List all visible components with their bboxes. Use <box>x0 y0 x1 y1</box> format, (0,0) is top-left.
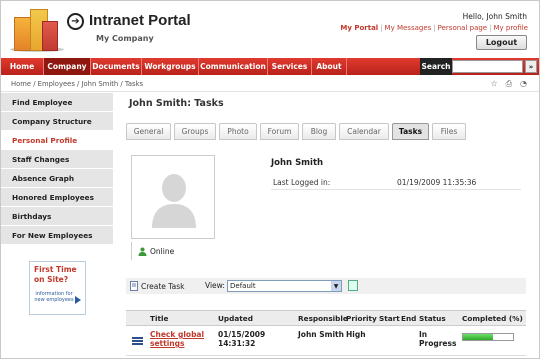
nav-company[interactable]: Company <box>44 58 91 75</box>
tasks-table-header: Title Updated Responsible Priority Start… <box>126 310 526 326</box>
header: ➔ Intranet Portal My Company Hello, John… <box>1 1 539 57</box>
online-user-icon <box>138 247 147 256</box>
online-status: Online <box>138 247 174 256</box>
row-menu-icon[interactable] <box>132 337 143 346</box>
top-links: My Portal | My Messages | Personal page | My p… <box>340 24 528 32</box>
task-updated: 01/15/2009 14:31:32 <box>218 330 266 348</box>
menu-find-employee[interactable]: Find Employee <box>1 93 113 112</box>
nav-about[interactable]: About <box>312 58 347 75</box>
menu-personal-profile[interactable]: Personal Profile <box>1 131 113 150</box>
menu-absence-graph[interactable]: Absence Graph <box>1 169 113 188</box>
col-end[interactable]: End <box>401 314 416 323</box>
user-photo <box>131 155 215 239</box>
tab-blog[interactable]: Blog <box>302 123 336 140</box>
tab-forum[interactable]: Forum <box>260 123 299 140</box>
col-status[interactable]: Status <box>419 314 446 323</box>
col-responsible[interactable]: Responsible <box>298 314 348 323</box>
page-tools: ☆ ⎙ ◔ <box>490 79 527 89</box>
divider <box>131 242 132 260</box>
portal-arrow-icon: ➔ <box>67 13 84 30</box>
nav-services[interactable]: Services <box>268 58 312 75</box>
last-logged-label: Last Logged in: <box>273 178 331 187</box>
task-title-link[interactable]: Check global settings <box>150 330 204 348</box>
menu-company-structure[interactable]: Company Structure <box>1 112 113 131</box>
personal-page-link[interactable]: Personal page <box>438 24 487 32</box>
task-responsible: John Smith <box>298 330 344 339</box>
tab-groups[interactable]: Groups <box>174 123 216 140</box>
page-title: John Smith: Tasks <box>129 98 224 109</box>
promo-title: First Time on Site? <box>34 265 77 284</box>
nav-documents[interactable]: Documents <box>91 58 142 75</box>
task-status: In Progress <box>419 330 457 348</box>
task-progress-fill <box>463 334 493 340</box>
arrow-right-icon <box>75 296 81 304</box>
company-name: My Company <box>96 34 154 43</box>
rss-icon[interactable]: ◔ <box>520 79 527 89</box>
user-greeting: Hello, John Smith <box>462 12 527 21</box>
col-priority[interactable]: Priority <box>346 314 377 323</box>
nav-home[interactable]: Home <box>1 58 44 75</box>
tab-calendar[interactable]: Calendar <box>339 123 389 140</box>
table-row: Check global settings 01/15/2009 14:31:3… <box>126 326 526 356</box>
col-updated[interactable]: Updated <box>218 314 253 323</box>
search-label: Search <box>420 58 452 75</box>
view-select[interactable]: Default ▼ <box>227 280 342 292</box>
menu-honored-employees[interactable]: Honored Employees <box>1 188 113 207</box>
chevron-down-icon: ▼ <box>331 281 341 291</box>
search-go-button[interactable]: » <box>525 60 537 73</box>
menu-for-new-employees[interactable]: For New Employees <box>1 226 113 245</box>
tab-tasks[interactable]: Tasks <box>392 123 429 140</box>
profile-name: John Smith <box>271 158 324 168</box>
breadcrumb[interactable]: Home / Employees / John Smith / Tasks <box>11 80 143 88</box>
last-logged-value: 01/19/2009 11:35:36 <box>397 178 477 187</box>
main-nav: Home Company Documents Workgroups Commun… <box>1 58 539 75</box>
nav-workgroups[interactable]: Workgroups <box>142 58 199 75</box>
menu-birthdays[interactable]: Birthdays <box>1 207 113 226</box>
view-label: View: <box>205 281 225 290</box>
tab-general[interactable]: General <box>126 123 171 140</box>
menu-staff-changes[interactable]: Staff Changes <box>1 150 113 169</box>
col-completed[interactable]: Completed (%) <box>462 314 523 323</box>
tab-files[interactable]: Files <box>432 123 466 140</box>
divider <box>271 189 521 190</box>
divider <box>1 91 539 92</box>
view-settings-icon[interactable] <box>348 280 358 291</box>
search-input[interactable] <box>452 60 523 73</box>
promo-subtitle: information for new employees <box>34 291 74 303</box>
task-progress-bar <box>462 333 514 341</box>
user-avatar-icon <box>152 174 196 228</box>
nav-communication[interactable]: Communication <box>199 58 268 75</box>
online-label: Online <box>150 247 175 256</box>
company-logo-icon[interactable] <box>10 7 64 52</box>
my-messages-link[interactable]: My Messages <box>385 24 432 32</box>
first-time-banner[interactable]: First Time on Site? information for new … <box>29 261 86 315</box>
my-profile-link[interactable]: My profile <box>493 24 528 32</box>
left-menu: Find Employee Company Structure Personal… <box>1 93 113 245</box>
tab-photo[interactable]: Photo <box>219 123 257 140</box>
logout-button[interactable]: Logout <box>476 35 527 50</box>
print-icon[interactable]: ⎙ <box>506 79 512 89</box>
task-priority: High <box>346 330 366 339</box>
my-portal-link[interactable]: My Portal <box>340 24 378 32</box>
col-title[interactable]: Title <box>150 314 168 323</box>
new-document-icon <box>130 281 138 291</box>
tasks-toolbar: Create Task View: Default ▼ <box>126 278 526 294</box>
col-start[interactable]: Start <box>379 314 400 323</box>
favorite-star-icon[interactable]: ☆ <box>490 79 497 89</box>
portal-title: Intranet Portal <box>89 12 191 29</box>
create-task-button[interactable]: Create Task <box>130 281 185 291</box>
